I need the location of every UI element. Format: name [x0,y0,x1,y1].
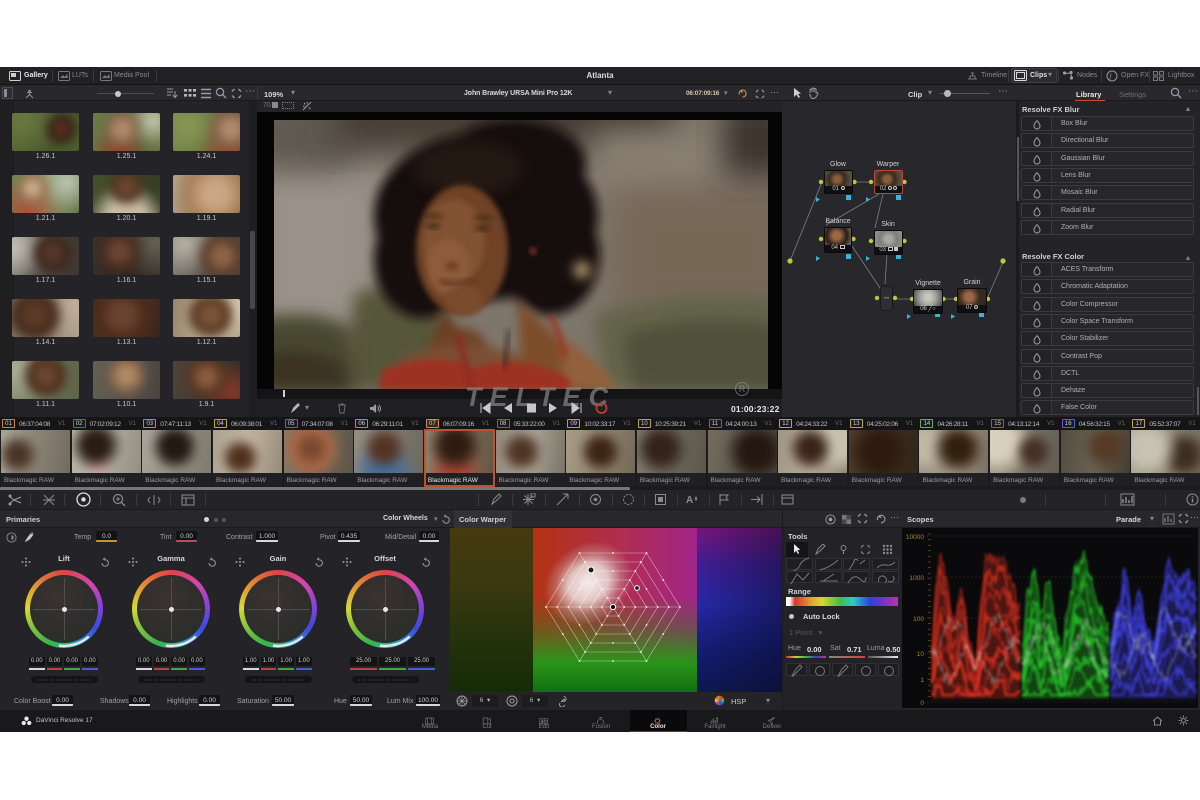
svg-text:10000: 10000 [906,534,924,541]
svg-text:f: f [1110,73,1113,81]
svg-text:A: A [686,495,693,506]
svg-text:1: 1 [920,677,924,684]
svg-text:100: 100 [913,616,924,623]
svg-text:0: 0 [920,700,924,707]
svg-text:1000: 1000 [910,575,925,582]
svg-text:10: 10 [917,651,925,658]
